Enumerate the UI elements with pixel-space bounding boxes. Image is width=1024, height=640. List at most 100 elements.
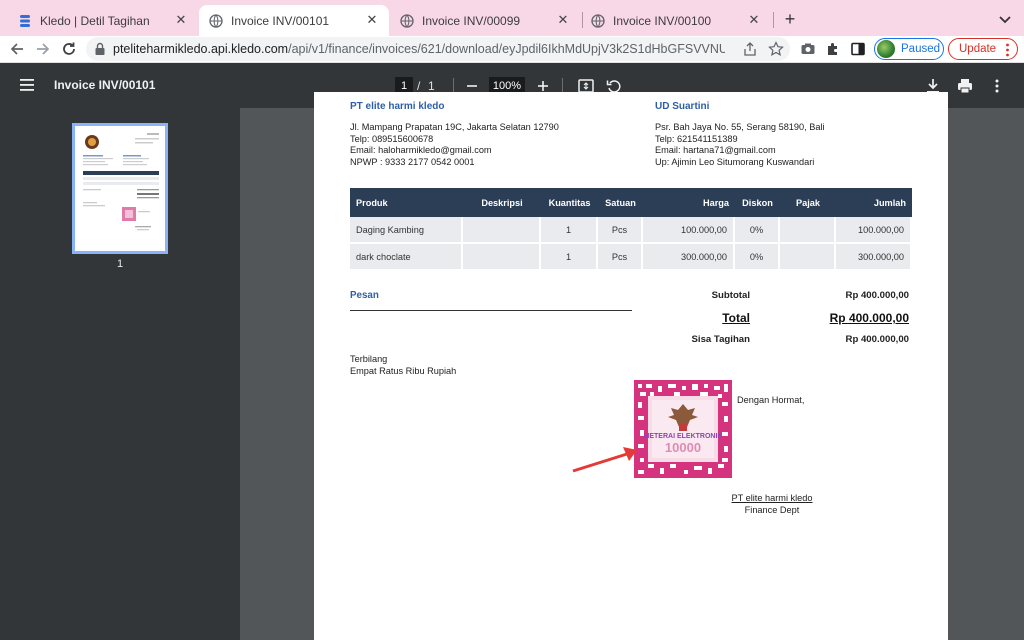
seller-email-line: Email: haloharmikledo@gmail.com — [350, 145, 492, 156]
page-total: 1 — [428, 79, 435, 93]
page-thumbnail[interactable] — [72, 123, 168, 254]
cell-produk: Daging Kambing — [350, 217, 463, 244]
url-text: pteliteharmikledo.api.kledo.com/api/v1/f… — [113, 42, 725, 56]
thumbnail-sidebar: 1 — [0, 108, 240, 640]
signature-department: Finance Dept — [744, 505, 800, 515]
buyer-phone-line: Telp: 621541151389 — [655, 133, 738, 144]
cell-satuan: Pcs — [598, 217, 643, 244]
browser-toolbar: pteliteharmikledo.api.kledo.com/api/v1/f… — [0, 36, 1024, 63]
subtotal-value: Rp 400.000,00 — [845, 290, 909, 301]
back-arrow-icon[interactable] — [7, 39, 27, 59]
cell-jumlah: 300.000,00 — [836, 244, 912, 271]
url-path: /api/v1/finance/invoices/621/download/ey… — [288, 42, 725, 56]
share-icon[interactable] — [742, 41, 758, 57]
thumbnail-page-number: 1 — [116, 258, 124, 270]
column-header-produk: Produk — [350, 188, 463, 217]
buyer-email-line: Email: hartana71@gmail.com — [655, 145, 776, 156]
buyer-attention-line: Up: Ajimin Leo Situmorang Kuswandari — [655, 157, 815, 168]
tab-invoice-inv-00100[interactable]: Invoice INV/00100 ✕ — [581, 5, 771, 36]
kebab-menu-icon — [1006, 43, 1009, 57]
globe-icon — [400, 13, 414, 28]
profile-status-label: Paused — [901, 43, 941, 55]
balance-due-value: Rp 400.000,00 — [845, 334, 909, 345]
amount-in-words: Terbilang Empat Ratus Ribu Rupiah — [350, 354, 456, 377]
more-options-icon[interactable] — [988, 77, 1006, 95]
column-header-jumlah: Jumlah — [836, 188, 912, 217]
table-row: dark choclate 1 Pcs 300.000,00 0% 300.00… — [350, 244, 912, 271]
cell-kuantitas: 1 — [541, 244, 598, 271]
seller-phone-line: Telp: 089515600678 — [350, 133, 434, 144]
table-row: Daging Kambing 1 Pcs 100.000,00 0% 100.0… — [350, 217, 912, 244]
print-icon[interactable] — [956, 77, 974, 95]
cell-harga: 100.000,00 — [643, 217, 735, 244]
closing-greeting: Dengan Hormat, — [737, 395, 805, 405]
side-panel-icon[interactable] — [850, 41, 866, 57]
stamp-label: METERAI ELEKTRONIK — [644, 433, 723, 440]
buyer-company-name: UD Suartini — [655, 101, 710, 112]
column-header-kuantitas: Kuantitas — [541, 188, 598, 217]
total-value: Rp 400.000,00 — [829, 311, 909, 325]
url-domain: pteliteharmikledo.api.kledo.com — [113, 42, 289, 56]
seller-company-name: PT elite harmi kledo — [350, 101, 445, 112]
close-tab-icon[interactable]: ✕ — [747, 13, 761, 27]
message-label: Pesan — [350, 290, 379, 301]
cell-deskripsi — [463, 217, 541, 244]
menu-hamburger-icon[interactable] — [19, 78, 35, 92]
forward-arrow-icon[interactable] — [33, 39, 53, 59]
stamp-value: 10000 — [665, 440, 701, 455]
column-header-harga: Harga — [643, 188, 735, 217]
profile-paused-button[interactable]: Paused — [874, 38, 944, 60]
terbilang-label: Terbilang — [350, 354, 388, 364]
invoice-items-table: Produk Deskripsi Kuantitas Satuan Harga … — [350, 188, 912, 271]
balance-due-label: Sisa Tagihan — [691, 334, 750, 345]
total-label: Total — [722, 311, 750, 325]
thumbnail-preview — [83, 133, 159, 231]
message-underline — [350, 310, 632, 311]
buyer-address-line: Psr. Bah Jaya No. 55, Serang 58190, Bali — [655, 122, 825, 132]
cell-harga: 300.000,00 — [643, 244, 735, 271]
signature-company: PT elite harmi kledo — [731, 493, 813, 503]
kledo-logo-icon — [20, 14, 30, 27]
tab-separator — [773, 12, 774, 28]
column-header-diskon: Diskon — [735, 188, 780, 217]
close-tab-icon[interactable]: ✕ — [365, 13, 379, 27]
seller-npwp-line: NPWP : 9333 2177 0542 0001 — [350, 157, 475, 168]
tab-title: Invoice INV/00099 — [422, 13, 521, 28]
tab-title: Invoice INV/00100 — [613, 13, 712, 28]
cell-pajak — [780, 217, 836, 244]
subtotal-label: Subtotal — [711, 290, 750, 301]
cell-jumlah: 100.000,00 — [836, 217, 912, 244]
tab-invoice-inv-00099[interactable]: Invoice INV/00099 ✕ — [390, 5, 580, 36]
reload-icon[interactable] — [59, 39, 79, 59]
column-header-pajak: Pajak — [780, 188, 836, 217]
e-meterai-stamp: METERAI ELEKTRONIK 10000 — [634, 380, 732, 478]
address-bar[interactable]: pteliteharmikledo.api.kledo.com/api/v1/f… — [86, 37, 790, 61]
close-tab-icon[interactable]: ✕ — [174, 13, 188, 27]
globe-icon — [209, 13, 223, 28]
update-button[interactable]: Update — [948, 38, 1018, 60]
terbilang-text: Empat Ratus Ribu Rupiah — [350, 365, 457, 376]
seller-address-line: Jl. Mampang Prapatan 19C, Jakarta Selata… — [350, 122, 559, 132]
tab-title: Invoice INV/00101 — [231, 13, 330, 28]
seller-address-block: Jl. Mampang Prapatan 19C, Jakarta Selata… — [350, 122, 559, 169]
column-header-satuan: Satuan — [598, 188, 643, 217]
globe-icon — [591, 13, 605, 28]
document-title: Invoice INV/00101 — [54, 78, 156, 92]
bookmark-star-icon[interactable] — [768, 41, 784, 57]
tab-title: Kledo | Detil Tagihan — [40, 13, 150, 28]
table-header-row: Produk Deskripsi Kuantitas Satuan Harga … — [350, 188, 912, 217]
chevron-down-icon[interactable] — [996, 10, 1014, 28]
cell-pajak — [780, 244, 836, 271]
cell-satuan: Pcs — [598, 244, 643, 271]
lock-icon[interactable] — [94, 42, 106, 56]
camera-icon[interactable] — [800, 41, 816, 57]
update-label: Update — [959, 43, 997, 55]
new-tab-plus-icon[interactable]: + — [780, 9, 800, 29]
close-tab-icon[interactable]: ✕ — [556, 13, 570, 27]
tab-invoice-inv-00101[interactable]: Invoice INV/00101 ✕ — [199, 5, 389, 36]
cell-diskon: 0% — [735, 244, 780, 271]
extensions-puzzle-icon[interactable] — [825, 41, 841, 57]
tab-kledo-detil-tagihan[interactable]: Kledo | Detil Tagihan ✕ — [8, 5, 198, 36]
page-separator: / — [417, 79, 421, 93]
buyer-address-block: Psr. Bah Jaya No. 55, Serang 58190, Bali… — [655, 122, 825, 169]
